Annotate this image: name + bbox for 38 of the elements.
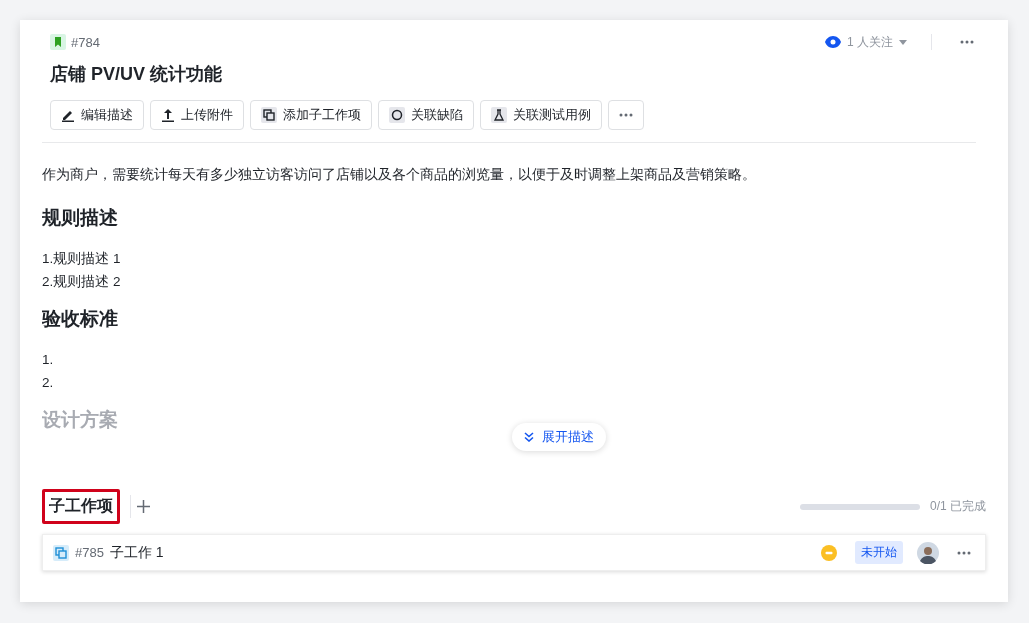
toolbar-button[interactable]: 上传附件 xyxy=(150,100,244,130)
bookmark-icon xyxy=(50,34,66,50)
avatar-icon xyxy=(917,541,939,564)
item-title: 店铺 PV/UV 统计功能 xyxy=(50,63,224,86)
section-heading: 规则描述 xyxy=(42,206,118,229)
plus-icon xyxy=(137,500,150,513)
caret-icon xyxy=(899,39,907,45)
list-line: 1. xyxy=(42,351,55,369)
toolbar-button[interactable]: 编辑描述 xyxy=(50,100,144,130)
expand-button[interactable]: 展开描述 xyxy=(512,423,606,451)
pencil-icon xyxy=(61,108,75,122)
flask-icon xyxy=(491,107,507,123)
list-line: 2. xyxy=(42,374,55,392)
subtasks-tab[interactable]: 子工作项 xyxy=(42,489,120,524)
section-heading: 验收标准 xyxy=(42,307,118,330)
list-line: 2.规则描述 2 xyxy=(42,273,122,291)
progress-reading: 0/1 已完成 xyxy=(930,498,986,515)
list-line: 1.规则描述 1 xyxy=(42,250,122,268)
item-id: #784 xyxy=(71,34,100,50)
subtask-icon xyxy=(261,107,277,123)
toolbar-button[interactable]: 添加子工作项 xyxy=(250,100,372,130)
subtask-icon xyxy=(53,544,69,561)
toolbar-button[interactable]: 关联测试用例 xyxy=(480,100,602,130)
upload-icon xyxy=(161,108,175,122)
subtask-title: 子工作 1 xyxy=(109,543,164,562)
subtask-id: #785 xyxy=(75,545,104,560)
more-icon xyxy=(957,550,971,555)
subtask-row[interactable]: #785 子工作 1 未开始 xyxy=(42,534,986,571)
section-heading: 设计方案 xyxy=(42,408,118,431)
status-tag[interactable]: 未开始 xyxy=(855,541,903,564)
eye-icon xyxy=(825,36,841,48)
toolbar-button[interactable]: 关联缺陷 xyxy=(378,100,474,130)
circle-icon xyxy=(389,107,405,123)
more-icon xyxy=(619,113,633,117)
priority-icon xyxy=(821,544,837,561)
more-icon xyxy=(960,40,974,44)
chevrons-down-icon xyxy=(524,432,534,442)
description-text: 作为商户，需要统计每天有多少独立访客访问了店铺以及各个商品的浏览量，以便于及时调整上架商品及营销策略。 xyxy=(42,166,757,184)
